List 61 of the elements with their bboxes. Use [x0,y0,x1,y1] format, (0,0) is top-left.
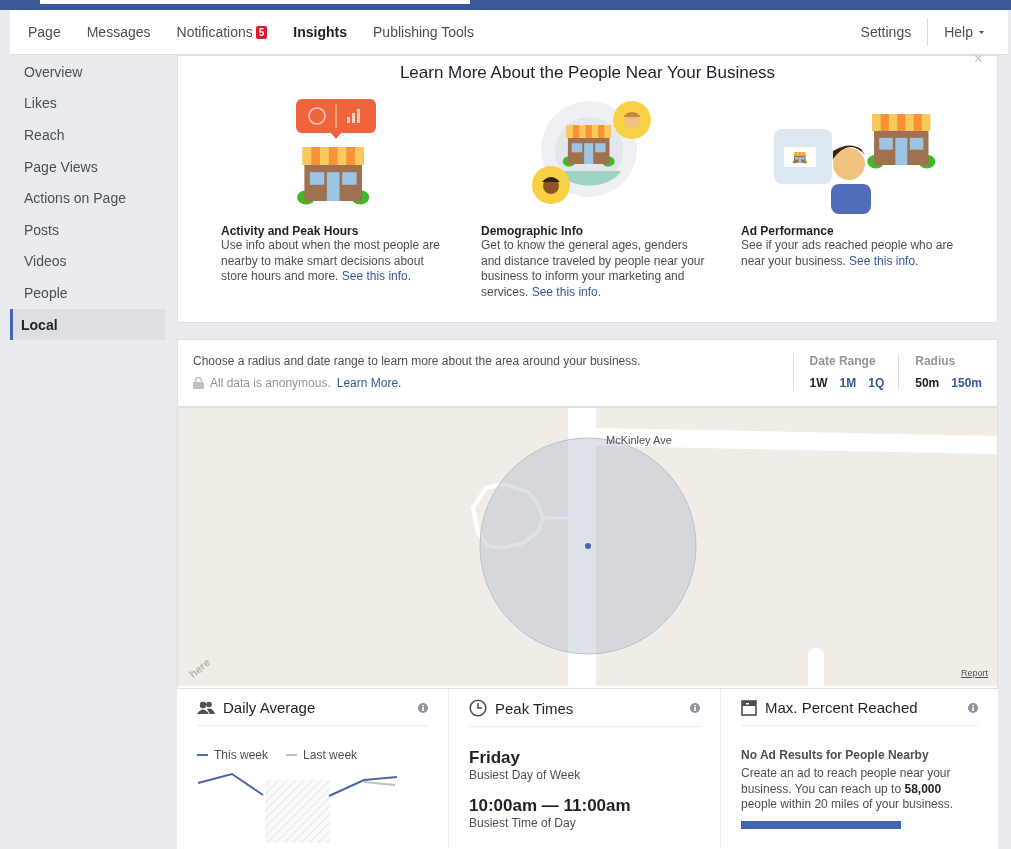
info-icon[interactable] [968,702,978,713]
sidebar-item[interactable]: People [10,277,165,309]
filter-description: Choose a radius and date range to learn more about the area around your business. [193,354,642,368]
legend-item: This week [197,748,269,762]
street-label: McKinley Ave [606,434,672,446]
card-title: Daily Average [223,699,317,716]
empty-text: Create an ad to reach people near your business. You can reach up to 58,000 people within 20 miles of your business. [741,766,955,813]
info-icon[interactable] [418,702,428,713]
filter-option[interactable]: 1Q [868,376,885,390]
empty-heading: No Ad Results for People Nearby [741,748,930,762]
sidebar-item[interactable]: Likes [10,87,165,120]
nav-tab[interactable]: Notifications 5 [166,24,278,40]
nav-tab[interactable]: Insights [283,24,357,40]
nav-link[interactable]: Settings [844,18,928,46]
sidebar-item[interactable]: Actions on Page [10,182,165,214]
card-title: Peak Times [495,699,575,717]
card-title: Max. Percent Reached [765,699,919,716]
lock-icon [193,377,204,389]
people-icon [197,700,215,715]
nav-link[interactable]: Help [927,18,1000,46]
nav-tab[interactable]: Publishing Tools [363,24,484,40]
notification-badge: 5 [255,25,268,39]
map-logo: here [186,655,213,681]
see-info-link[interactable]: See this info. [531,284,602,299]
filter-label: Radius [915,354,957,368]
sidebar-item[interactable]: Page Views [10,150,165,183]
intro-title: Learn More About the People Near Your Business [399,63,776,83]
sidebar-item[interactable]: Videos [10,245,165,278]
stat-value: 10:00am — 11:00am [469,796,632,816]
see-info-link[interactable]: See this info. [849,253,919,268]
see-info-link[interactable]: See this info. [341,269,412,283]
search-field[interactable] [40,0,470,4]
privacy-note: All data is anonymous. [210,376,331,390]
map-view[interactable]: McKinley Ave here Report [177,407,998,689]
clock-icon [469,699,487,717]
report-link[interactable]: Report [961,668,988,678]
feature-description: See if your ads reached people who are near your business. See this info. [741,238,955,269]
layout-icon [741,699,757,716]
nav-tab[interactable]: Page [18,24,71,40]
sidebar-item[interactable]: Overview [10,56,165,88]
filter-option[interactable]: 50m [915,376,940,390]
filter-option[interactable]: 150m [951,376,982,390]
filter-option[interactable]: 1M [839,376,857,390]
sidebar-item[interactable]: Local [10,308,165,341]
nav-tab[interactable]: Messages [76,24,161,40]
sidebar-item[interactable]: Reach [10,119,165,151]
learn-more-link[interactable]: Learn More. [336,376,402,390]
stat-caption: Busiest Day of Week [469,768,582,782]
legend-item: Last week [286,748,358,762]
feature-description: Use info about when the most people are nearby to make smart decisions about store hours and more. See this info. [221,238,441,285]
feature-title: Demographic Info [481,224,584,238]
feature-title: Activity and Peak Hours [221,224,360,238]
info-icon[interactable] [690,703,700,713]
create-ad-button[interactable] [741,820,901,829]
feature-title: Ad Performance [741,224,835,238]
stat-value: Friday [469,748,522,768]
filter-label: Date Range [809,354,877,368]
feature-description: Get to know the general ages, genders and distance traveled by people near your business to inform your marketing and services. See this info. [481,238,706,300]
sidebar-item[interactable]: Posts [10,213,165,246]
stat-caption: Busiest Time of Day [469,816,577,830]
filter-option[interactable]: 1W [809,376,828,390]
